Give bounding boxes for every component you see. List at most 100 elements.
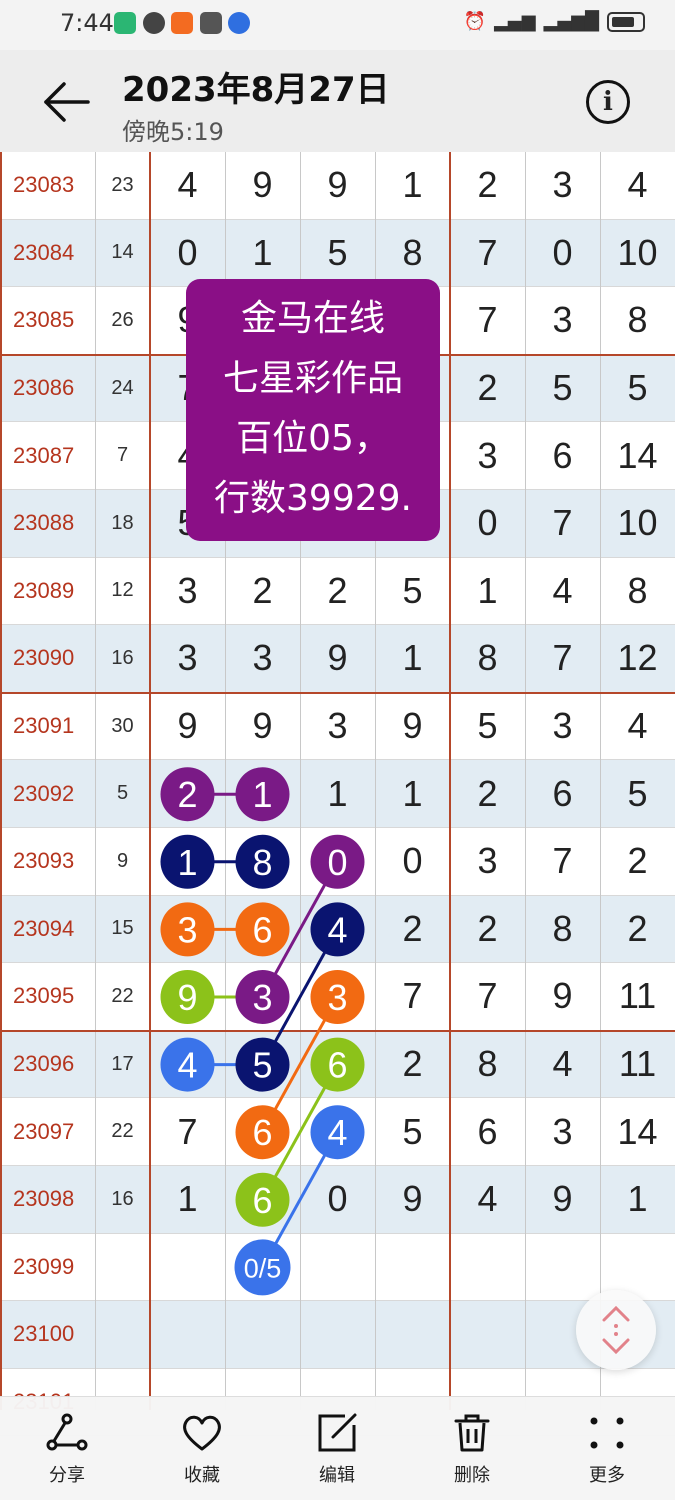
digit-cell	[450, 1234, 525, 1301]
digit-cell: 7	[477, 975, 498, 1017]
table-row: 23097 22 7 5 6 3 14	[0, 1098, 675, 1166]
issue-number: 23095	[13, 983, 75, 1009]
digit-cell	[150, 1234, 225, 1301]
delete-button[interactable]: 删除	[427, 1405, 517, 1495]
digit-sum: 12	[111, 579, 134, 602]
digit-cell: 5	[402, 569, 423, 611]
digit-cell	[225, 963, 300, 1030]
digit-cell: 3	[552, 299, 573, 341]
digit-cell	[375, 1301, 450, 1368]
digit-cell	[300, 963, 375, 1030]
table-row: 23099	[0, 1234, 675, 1302]
digit-cell: 2	[477, 164, 498, 206]
info-icon[interactable]: i	[586, 80, 630, 124]
digit-cell	[225, 1031, 300, 1098]
issue-number: 23093	[13, 848, 75, 874]
digit-cell: 5	[627, 367, 648, 409]
taobao-icon	[171, 12, 193, 34]
signal-icon: ▂▄▆	[494, 11, 536, 32]
digit-cell	[225, 1098, 300, 1165]
digit-cell: 8	[552, 907, 573, 949]
image-viewer-header: 2023年8月27日 傍晚5:19 i	[0, 50, 675, 152]
digit-cell: 0	[552, 231, 573, 273]
issue-number: 23091	[13, 713, 75, 739]
digit-cell	[225, 896, 300, 963]
digit-sum: 9	[116, 849, 129, 872]
digit-cell: 1	[327, 772, 348, 814]
digit-cell: 5	[627, 772, 648, 814]
page-title: 2023年8月27日	[122, 70, 390, 110]
digit-cell: 2	[627, 907, 648, 949]
column-divider	[95, 152, 96, 1410]
digit-sum: 16	[111, 1187, 134, 1210]
digit-cell	[375, 1234, 450, 1301]
digit-cell	[300, 1098, 375, 1165]
digit-cell: 9	[552, 1178, 573, 1220]
digit-cell	[150, 828, 225, 895]
digit-sum	[95, 1301, 150, 1368]
digit-cell: 3	[552, 164, 573, 206]
edit-button[interactable]: 编辑	[292, 1405, 382, 1495]
favorite-button[interactable]: 收藏	[157, 1405, 247, 1495]
note-line-2: 七星彩作品	[222, 358, 403, 399]
digit-cell	[225, 1301, 300, 1368]
digit-cell: 1	[252, 231, 273, 273]
issue-number: 23092	[13, 780, 75, 806]
digit-cell: 9	[552, 975, 573, 1017]
digit-cell: 1	[177, 1178, 198, 1220]
digit-cell: 6	[477, 1110, 498, 1152]
digit-cell	[225, 1166, 300, 1233]
digit-cell: 3	[252, 637, 273, 679]
digit-cell: 3	[552, 705, 573, 747]
digit-cell: 7	[402, 975, 423, 1017]
music-icon	[228, 12, 250, 34]
scroll-toggle-button[interactable]	[576, 1290, 656, 1370]
digit-cell	[450, 1301, 525, 1368]
trash-icon	[454, 1414, 490, 1452]
column-divider	[600, 152, 601, 1410]
table-row: 23092 5 1 1 2 6 5	[0, 760, 675, 828]
message-icon	[143, 12, 165, 34]
digit-cell	[150, 896, 225, 963]
back-arrow-icon[interactable]	[40, 78, 92, 126]
more-button[interactable]: 更多	[562, 1405, 652, 1495]
digit-cell: 0	[402, 840, 423, 882]
app-notification-icon	[114, 12, 136, 34]
delete-label: 删除	[454, 1465, 490, 1486]
column-divider	[149, 152, 151, 1410]
digit-cell: 0	[477, 502, 498, 544]
favorite-label: 收藏	[184, 1465, 220, 1486]
group-divider	[0, 1029, 675, 1032]
share-label: 分享	[49, 1465, 85, 1486]
digit-cell: 7	[552, 840, 573, 882]
edit-icon	[318, 1413, 357, 1452]
heart-icon	[183, 1415, 221, 1451]
digit-cell: 4	[177, 164, 198, 206]
digit-cell: 7	[177, 1110, 198, 1152]
digit-cell: 2	[402, 1043, 423, 1085]
digit-cell	[150, 1301, 225, 1368]
digit-cell: 3	[477, 434, 498, 476]
issue-number: 23087	[13, 442, 75, 468]
digit-sum: 15	[111, 917, 134, 940]
digit-cell: 2	[252, 569, 273, 611]
digit-cell: 2	[402, 907, 423, 949]
digit-cell: 9	[252, 164, 273, 206]
digit-cell: 1	[477, 569, 498, 611]
digit-cell: 11	[618, 975, 657, 1017]
digit-sum	[95, 1234, 150, 1301]
digit-cell: 2	[477, 907, 498, 949]
digit-cell: 8	[627, 299, 648, 341]
column-divider	[525, 152, 526, 1410]
digit-cell: 0	[327, 1178, 348, 1220]
digit-cell: 4	[627, 705, 648, 747]
share-button[interactable]: 分享	[22, 1405, 112, 1495]
digit-cell: 10	[617, 231, 658, 273]
digit-cell	[300, 828, 375, 895]
digit-sum: 22	[111, 1120, 134, 1143]
alarm-icon: ⏰	[463, 11, 487, 32]
digit-cell: 4	[552, 569, 573, 611]
digit-cell: 8	[402, 231, 423, 273]
digit-cell: 5	[477, 705, 498, 747]
issue-number: 23097	[13, 1118, 75, 1144]
